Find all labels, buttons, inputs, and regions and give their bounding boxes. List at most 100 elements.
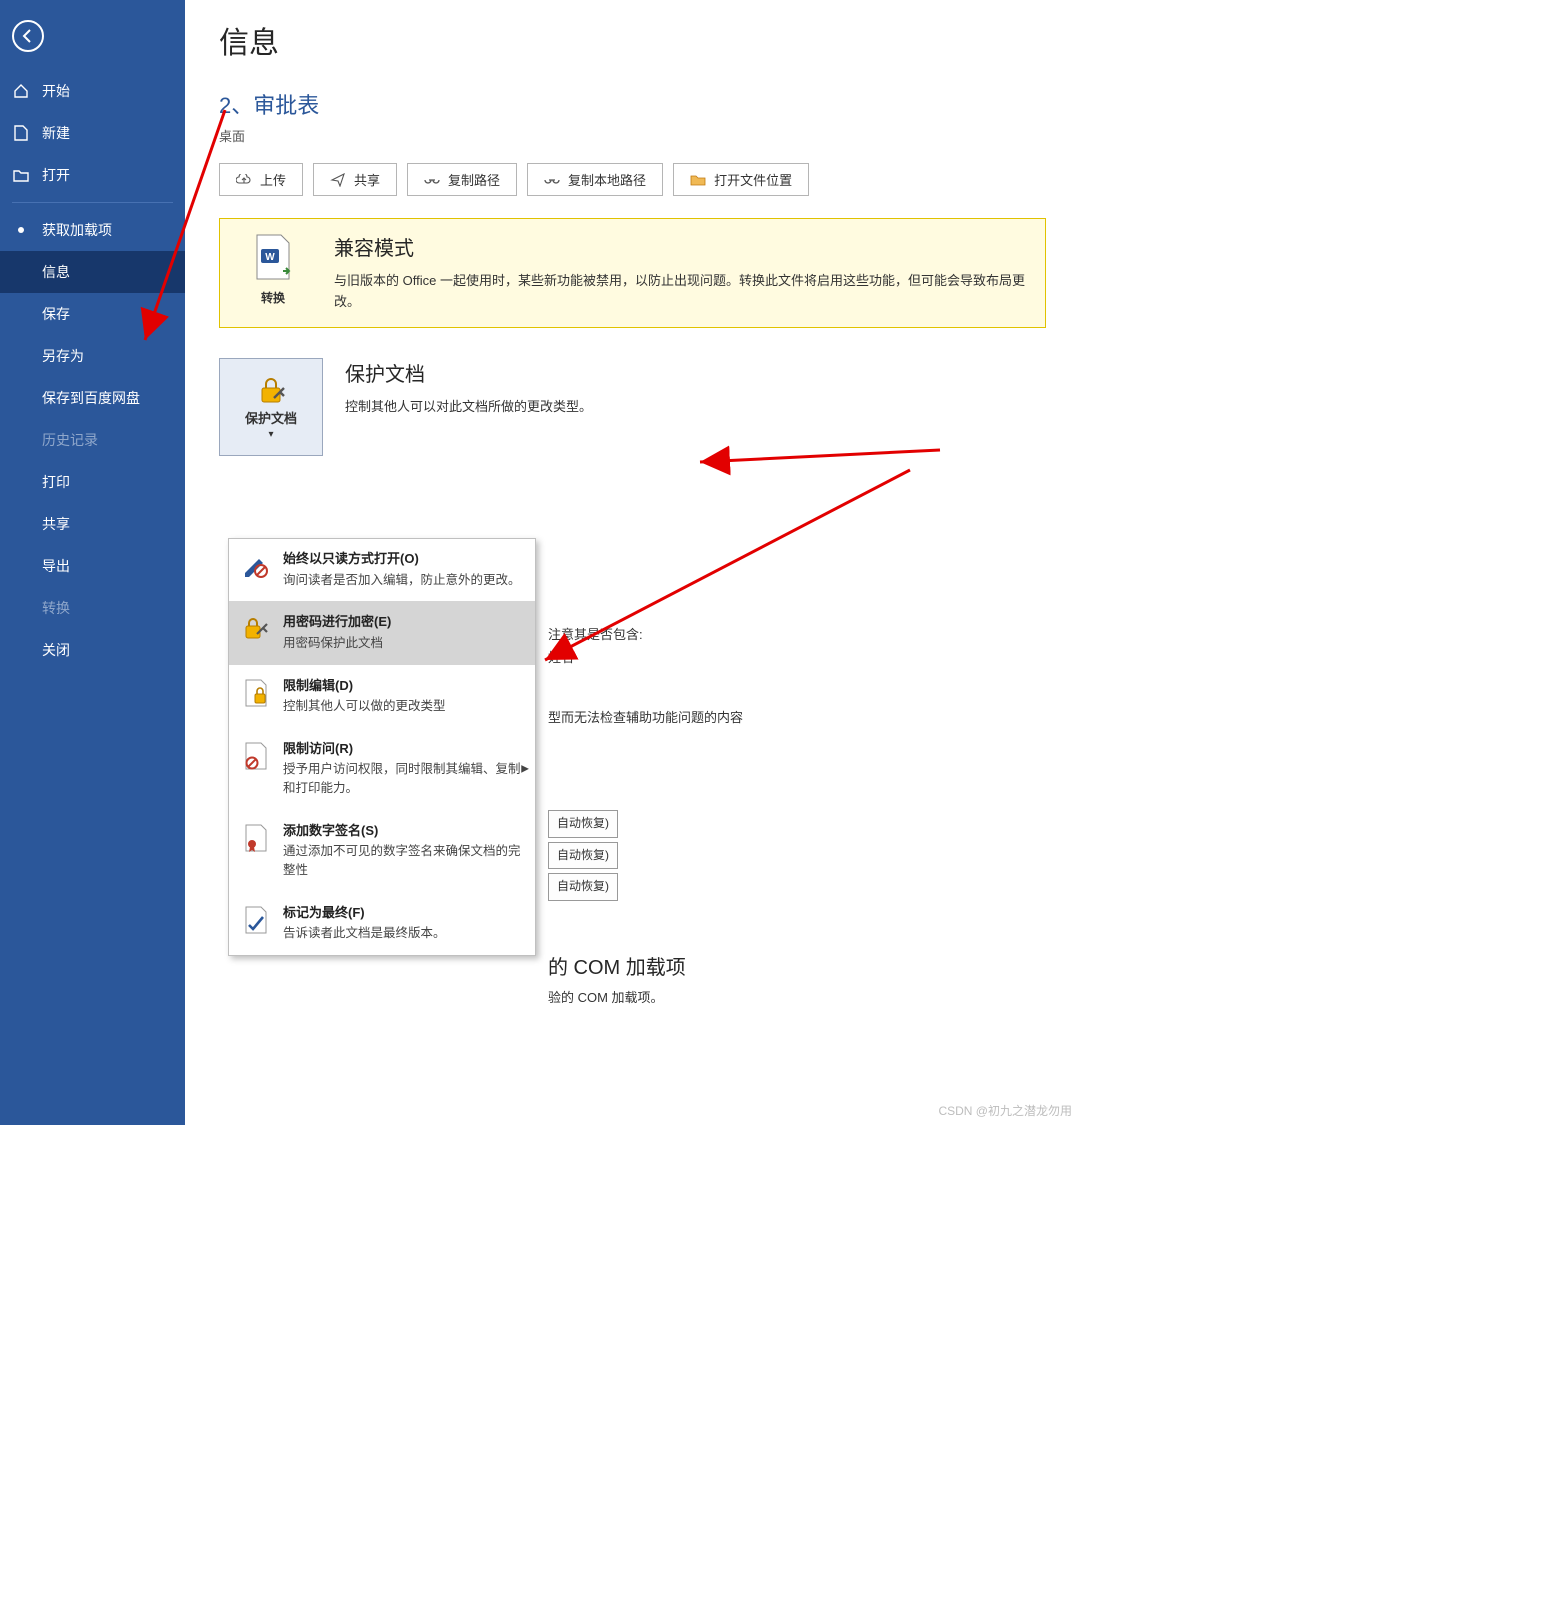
svg-text:W: W — [265, 252, 275, 263]
menu-item-title: 用密码进行加密(E) — [283, 612, 523, 632]
sidebar-label: 转换 — [42, 598, 70, 618]
protect-section: 保护文档 ▾ 保护文档 控制其他人可以对此文档所做的更改类型。 — [219, 358, 1046, 456]
menu-item-title: 限制编辑(D) — [283, 676, 523, 696]
sidebar-label: 打印 — [42, 472, 70, 492]
menu-item-title: 标记为最终(F) — [283, 903, 523, 923]
protect-body: 控制其他人可以对此文档所做的更改类型。 — [345, 396, 1046, 418]
menu-item-desc: 用密码保护此文档 — [283, 634, 523, 653]
open-icon — [12, 168, 30, 182]
sidebar-label: 打开 — [42, 165, 70, 185]
sidebar-label: 保存 — [42, 304, 70, 324]
watermark: CSDN @初九之潜龙勿用 — [938, 1102, 1072, 1119]
autorecover-button[interactable]: 自动恢复) — [548, 842, 618, 870]
sidebar-item-info[interactable]: 信息 — [0, 251, 185, 293]
tile-label: 转换 — [261, 289, 285, 306]
pencil-deny-icon — [241, 549, 271, 583]
sidebar-divider — [12, 202, 173, 203]
com-addins-fragment: 的 COM 加载项 验的 COM 加载项。 — [548, 950, 686, 1009]
doc-check-icon — [241, 903, 271, 937]
sidebar-item-addins[interactable]: 获取加载项 — [0, 209, 185, 251]
menu-item-desc: 询问读者是否加入编辑，防止意外的更改。 — [283, 571, 523, 590]
sidebar-label: 历史记录 — [42, 430, 98, 450]
button-label: 复制路径 — [448, 170, 500, 189]
word-doc-icon: W — [253, 233, 293, 281]
share-button[interactable]: 共享 — [313, 163, 397, 196]
page-title: 信息 — [219, 18, 1046, 62]
sidebar-item-home[interactable]: 开始 — [0, 70, 185, 112]
autorecover-button[interactable]: 自动恢复) — [548, 873, 618, 901]
doc-deny-icon — [241, 739, 271, 773]
document-path: 桌面 — [219, 126, 1046, 145]
menu-item-title: 始终以只读方式打开(O) — [283, 549, 523, 569]
lock-key-icon — [241, 612, 271, 646]
protect-document-menu: 始终以只读方式打开(O) 询问读者是否加入编辑，防止意外的更改。 用密码进行加密… — [228, 538, 536, 956]
accessibility-text-fragment: 型而无法检查辅助功能问题的内容 — [548, 706, 743, 729]
sidebar-label: 另存为 — [42, 346, 84, 366]
menu-item-title: 限制访问(R) — [283, 739, 523, 759]
sidebar-label: 关闭 — [42, 640, 70, 660]
doc-lock-icon — [241, 676, 271, 710]
sidebar-item-saveas[interactable]: 另存为 — [0, 335, 185, 377]
menu-item-desc: 授予用户访问权限，同时限制其编辑、复制和打印能力。 — [283, 760, 523, 798]
copy-local-path-button[interactable]: 复制本地路径 — [527, 163, 663, 196]
sidebar-item-close[interactable]: 关闭 — [0, 629, 185, 671]
folder-open-icon — [690, 172, 706, 188]
sidebar-label: 保存到百度网盘 — [42, 388, 140, 408]
autorecover-button[interactable]: 自动恢复) — [548, 810, 618, 838]
home-icon — [12, 83, 30, 99]
sidebar-label: 获取加载项 — [42, 220, 112, 240]
button-label: 上传 — [260, 170, 286, 189]
link-icon — [424, 172, 440, 188]
copy-path-button[interactable]: 复制路径 — [407, 163, 517, 196]
protect-heading: 保护文档 — [345, 358, 1046, 392]
menu-item-desc: 控制其他人可以做的更改类型 — [283, 697, 523, 716]
share-icon — [330, 172, 346, 188]
back-button[interactable] — [12, 20, 44, 52]
sidebar-label: 导出 — [42, 556, 70, 576]
compat-panel: W 转换 兼容模式 与旧版本的 Office 一起使用时，某些新功能被禁用，以防… — [219, 218, 1046, 328]
doc-ribbon-icon — [241, 821, 271, 855]
convert-button[interactable]: W 转换 — [234, 233, 312, 313]
submenu-arrow-icon: ▶ — [521, 764, 529, 775]
menu-item-signature[interactable]: 添加数字签名(S) 通过添加不可见的数字签名来确保文档的完整性 — [229, 810, 535, 892]
open-location-button[interactable]: 打开文件位置 — [673, 163, 809, 196]
menu-item-desc: 告诉读者此文档是最终版本。 — [283, 924, 523, 943]
chevron-down-icon: ▾ — [268, 429, 273, 440]
sidebar-item-convert: 转换 — [0, 587, 185, 629]
cloud-upload-icon — [236, 172, 252, 188]
menu-item-restrict-access[interactable]: 限制访问(R) 授予用户访问权限，同时限制其编辑、复制和打印能力。 ▶ — [229, 728, 535, 810]
bullet-icon — [12, 227, 30, 233]
sidebar-item-open[interactable]: 打开 — [0, 154, 185, 196]
sidebar-item-save[interactable]: 保存 — [0, 293, 185, 335]
sidebar-label: 新建 — [42, 123, 70, 143]
button-label: 打开文件位置 — [714, 170, 792, 189]
sidebar-item-export[interactable]: 导出 — [0, 545, 185, 587]
sidebar-item-new[interactable]: 新建 — [0, 112, 185, 154]
link-icon — [544, 172, 560, 188]
menu-item-readonly[interactable]: 始终以只读方式打开(O) 询问读者是否加入编辑，防止意外的更改。 — [229, 539, 535, 601]
action-row: 上传 共享 复制路径 复制本地路径 打开文件位置 — [219, 163, 1046, 196]
menu-item-title: 添加数字签名(S) — [283, 821, 523, 841]
protect-text: 保护文档 控制其他人可以对此文档所做的更改类型。 — [345, 358, 1046, 456]
protect-document-button[interactable]: 保护文档 ▾ — [219, 358, 323, 456]
menu-item-mark-final[interactable]: 标记为最终(F) 告诉读者此文档是最终版本。 — [229, 892, 535, 955]
menu-item-encrypt[interactable]: 用密码进行加密(E) 用密码保护此文档 — [229, 601, 535, 664]
compat-text: 兼容模式 与旧版本的 Office 一起使用时，某些新功能被禁用，以防止出现问题… — [334, 233, 1031, 313]
sidebar-item-history: 历史记录 — [0, 419, 185, 461]
lock-key-icon — [254, 374, 288, 408]
compat-body: 与旧版本的 Office 一起使用时，某些新功能被禁用，以防止出现问题。转换此文… — [334, 271, 1031, 313]
autorecover-buttons: 自动恢复) 自动恢复) 自动恢复) — [548, 808, 618, 903]
sidebar-item-share[interactable]: 共享 — [0, 503, 185, 545]
menu-item-restrict-edit[interactable]: 限制编辑(D) 控制其他人可以做的更改类型 — [229, 665, 535, 728]
sidebar-item-print[interactable]: 打印 — [0, 461, 185, 503]
document-title: 2、审批表 — [219, 88, 1046, 120]
button-label: 共享 — [354, 170, 380, 189]
sidebar-label: 共享 — [42, 514, 70, 534]
compat-heading: 兼容模式 — [334, 233, 1031, 265]
sidebar-item-baidu[interactable]: 保存到百度网盘 — [0, 377, 185, 419]
arrow-left-icon — [20, 28, 36, 44]
upload-button[interactable]: 上传 — [219, 163, 303, 196]
sidebar-label: 开始 — [42, 81, 70, 101]
new-icon — [12, 125, 30, 141]
tile-label: 保护文档 — [245, 408, 297, 427]
